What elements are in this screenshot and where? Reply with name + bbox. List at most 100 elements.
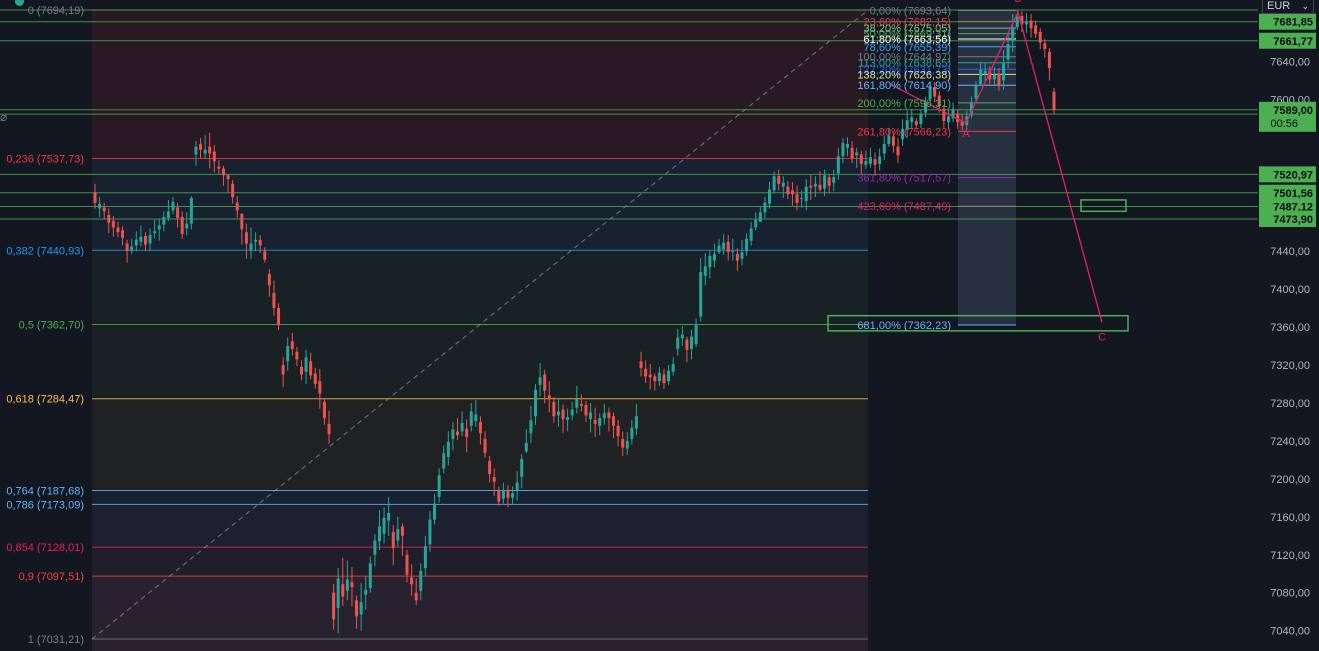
candle-body	[221, 168, 225, 176]
candle-body	[809, 185, 813, 188]
candle-body	[1015, 16, 1019, 28]
candle-body	[946, 116, 950, 123]
drawing-tool-icon[interactable]: ⌀	[0, 110, 7, 124]
wave-point-label: B	[1014, 0, 1021, 5]
candle-body	[621, 439, 625, 448]
axis-tick-label: 7040,00	[1270, 626, 1310, 638]
candle-body	[98, 203, 102, 209]
currency-label: EUR	[1267, 0, 1291, 12]
candle-body	[212, 151, 216, 162]
candle-body	[299, 366, 303, 375]
candle-body	[1047, 51, 1051, 69]
candle-body	[166, 211, 170, 218]
candle-body	[208, 146, 212, 154]
candle-body	[983, 70, 987, 74]
candle-body	[671, 364, 675, 372]
candle-body	[465, 428, 469, 438]
candle-body	[630, 427, 634, 440]
currency-dropdown[interactable]: EUR ⌄	[1262, 0, 1314, 14]
candle-body	[483, 439, 487, 454]
candle-body	[286, 346, 290, 362]
candle-body	[708, 255, 712, 268]
candle-body	[584, 404, 588, 416]
fib-extension-label: 423,60% (7487,49)	[857, 201, 951, 213]
candle-body	[800, 198, 804, 200]
candle-body	[1006, 44, 1010, 60]
candle-body	[593, 420, 597, 424]
candle-body	[644, 368, 648, 377]
axis-tick-label: 7240,00	[1270, 436, 1310, 448]
candle-body	[336, 578, 340, 608]
candle-body	[350, 582, 354, 588]
candle-body	[364, 589, 368, 595]
candle-body	[469, 411, 473, 426]
candle-body	[437, 475, 441, 497]
price-axis[interactable]: 7640,007600,007440,007400,007360,007320,…	[1258, 0, 1319, 651]
candle-body	[841, 143, 845, 157]
fib-retracement-label: 0,786 (7173,09)	[6, 499, 84, 511]
candle-body	[1011, 27, 1015, 41]
candle-body	[667, 370, 671, 382]
candle-body	[267, 273, 271, 286]
candle-body	[612, 416, 616, 426]
candle-body	[153, 231, 157, 234]
candle-body	[712, 254, 716, 261]
candle-body	[864, 161, 868, 165]
candle-body	[318, 381, 322, 394]
candle-body	[556, 411, 560, 416]
candle-body	[777, 176, 781, 184]
candle-body	[258, 239, 262, 246]
candle-body	[391, 531, 395, 549]
candle-body	[754, 219, 758, 228]
wave-point-label: C	[1098, 331, 1106, 343]
candle-body	[1043, 43, 1047, 50]
candle-body	[914, 121, 918, 125]
price-chart[interactable]: A B C 0 (7694,19) 0,236 (7537,73) 0,382 (744…	[0, 0, 1319, 651]
candle-body	[433, 503, 437, 520]
fib-zone	[92, 576, 868, 639]
candle-body	[382, 517, 386, 534]
candle-body	[1024, 21, 1028, 25]
candle-body	[520, 458, 524, 477]
candle-body	[313, 373, 317, 384]
candle-body	[836, 156, 840, 174]
candle-body	[552, 402, 556, 417]
axis-tick-label: 7320,00	[1270, 360, 1310, 372]
candle-body	[359, 602, 363, 615]
candle-body	[235, 202, 239, 211]
candle-body	[1029, 20, 1033, 29]
candle-body	[533, 389, 537, 417]
candle-body	[648, 374, 652, 378]
candle-body	[460, 422, 464, 432]
candle-body	[694, 325, 698, 345]
candle-body	[355, 600, 359, 617]
candle-body	[446, 441, 450, 458]
candle-body	[148, 235, 152, 244]
candle-body	[538, 377, 542, 385]
candle-body	[419, 570, 423, 591]
fib-retracement-label: 0,5 (7362,70)	[19, 320, 84, 332]
fib-extension-label: 681,00% (7362,23)	[857, 320, 951, 332]
candle-body	[373, 540, 377, 555]
fib-zone	[92, 490, 868, 505]
candle-body	[772, 176, 776, 191]
candle-body	[396, 529, 400, 541]
candle-body	[758, 212, 762, 222]
candle-body	[740, 252, 744, 259]
candle-body	[882, 143, 886, 154]
fib-extension-label: 161,80% (7614,90)	[857, 80, 951, 92]
candle-body	[139, 236, 143, 242]
candle-body	[639, 361, 643, 368]
candle-body	[859, 154, 863, 164]
candle-body	[722, 242, 726, 250]
candle-body	[662, 374, 666, 384]
candle-body	[488, 460, 492, 475]
candle-body	[1034, 25, 1038, 34]
axis-tick-label: 7200,00	[1270, 474, 1310, 486]
candle-body	[240, 214, 244, 230]
fib-extension-label: 261,80% (7566,23)	[857, 126, 951, 138]
candle-body	[703, 266, 707, 276]
fib-zone	[92, 547, 868, 577]
candle-body	[217, 166, 221, 169]
candle-body	[625, 440, 629, 449]
